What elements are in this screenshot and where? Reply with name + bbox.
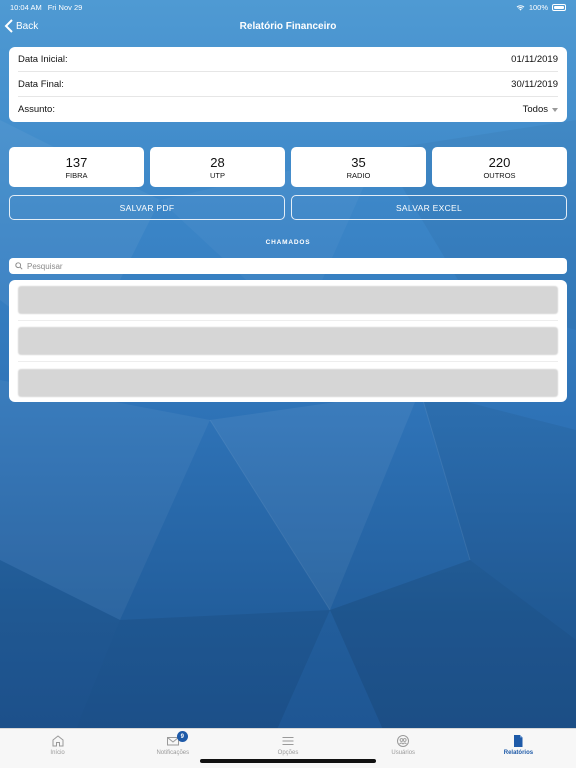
home-indicator — [200, 759, 376, 763]
battery-percentage: 100% — [528, 2, 548, 12]
caret-down-icon — [552, 107, 558, 112]
filter-panel: Data Inicial: 01/11/2019 Data Final: 30/… — [9, 47, 567, 122]
navigation-bar: Back Relatório Financeiro — [0, 14, 576, 38]
tab-inicio[interactable]: Início — [0, 729, 115, 768]
notification-badge: 9 — [176, 731, 188, 742]
back-button[interactable]: Back — [4, 14, 38, 38]
tab-label: Usuários — [391, 750, 416, 756]
tab-relatorios[interactable]: Relatórios — [461, 729, 576, 768]
stats-row: 137 FIBRA 28 UTP 35 RADIO 220 OUTROS — [9, 147, 567, 187]
stat-card-fibra: 137 FIBRA — [9, 147, 144, 187]
stat-card-radio: 35 RADIO — [291, 147, 426, 187]
stat-label: OUTROS — [483, 170, 516, 180]
search-placeholder: Pesquisar — [27, 261, 63, 271]
section-title: CHAMADOS — [265, 239, 311, 246]
document-icon — [514, 735, 523, 747]
chevron-left-icon — [4, 19, 13, 33]
redacted-content — [18, 368, 558, 397]
start-date-label: Data Inicial: — [18, 53, 68, 65]
stat-label: UTP — [210, 170, 225, 180]
tab-label: Relatórios — [503, 750, 534, 756]
page-title: Relatório Financeiro — [239, 20, 337, 32]
end-date-row[interactable]: Data Final: 30/11/2019 — [18, 72, 558, 97]
redacted-content — [18, 286, 558, 314]
save-excel-button[interactable]: SALVAR EXCEL — [291, 195, 567, 220]
search-bar[interactable]: Pesquisar — [9, 258, 567, 274]
status-date: Fri Nov 29 — [47, 2, 83, 12]
tab-label: Opções — [277, 750, 299, 756]
start-date-row[interactable]: Data Inicial: 01/11/2019 — [18, 47, 558, 72]
status-time: 10:04 AM — [10, 2, 42, 12]
subject-value: Todos — [522, 104, 548, 115]
tab-label: Notificações — [156, 750, 190, 756]
battery-icon — [552, 3, 566, 11]
redacted-content — [18, 327, 558, 355]
stat-value: 137 — [65, 154, 88, 170]
stat-value: 220 — [488, 154, 511, 170]
search-icon — [15, 262, 23, 270]
subject-select[interactable]: Todos — [523, 104, 558, 115]
end-date-label: Data Final: — [18, 78, 64, 90]
users-icon — [397, 735, 410, 747]
home-icon — [52, 735, 64, 747]
tab-label: Início — [50, 750, 65, 756]
menu-icon — [282, 737, 294, 745]
save-pdf-button[interactable]: SALVAR PDF — [9, 195, 285, 220]
stat-card-utp: 28 UTP — [150, 147, 285, 187]
stat-card-outros: 220 OUTROS — [432, 147, 567, 187]
subject-row[interactable]: Assunto: Todos — [18, 97, 558, 122]
subject-label: Assunto: — [18, 104, 55, 115]
stat-value: 28 — [210, 154, 225, 170]
list-item[interactable] — [18, 280, 558, 321]
list-item[interactable] — [18, 362, 558, 403]
actions-row: SALVAR PDF SALVAR EXCEL — [9, 195, 567, 220]
back-label: Back — [16, 20, 39, 32]
tickets-list — [9, 280, 567, 402]
list-item[interactable] — [18, 321, 558, 362]
status-bar: 10:04 AM Fri Nov 29 100% — [0, 0, 576, 14]
stat-label: FIBRA — [65, 170, 88, 180]
start-date-value[interactable]: 01/11/2019 — [511, 54, 558, 65]
stat-label: RADIO — [346, 170, 371, 180]
end-date-value[interactable]: 30/11/2019 — [511, 79, 558, 90]
wifi-icon — [516, 4, 525, 11]
stat-value: 35 — [351, 154, 366, 170]
